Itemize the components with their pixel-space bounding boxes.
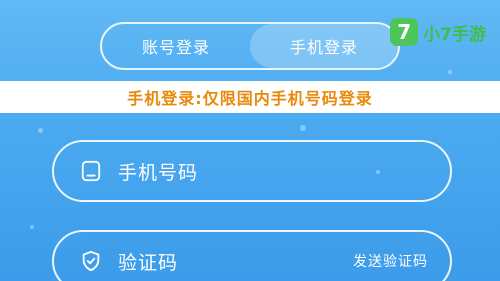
- sparkle-decoration: [300, 125, 306, 131]
- sparkle-decoration: [38, 128, 43, 133]
- notice-text: 手机登录:仅限国内手机号码登录: [127, 89, 373, 108]
- watermark-logo-icon: 7: [390, 18, 419, 46]
- tab-phone-login[interactable]: 手机登录: [250, 24, 398, 68]
- verification-code-field[interactable]: 验证码 发送验证码: [52, 230, 452, 281]
- login-screen: 账号登录 手机登录 手机登录:仅限国内手机号码登录 手机号码 验证码 发送验证码…: [0, 0, 500, 281]
- phone-number-placeholder: 手机号码: [118, 161, 199, 184]
- notice-banner: 手机登录:仅限国内手机号码登录: [0, 81, 500, 113]
- send-code-button[interactable]: 发送验证码: [353, 251, 428, 271]
- sparkle-decoration: [30, 225, 34, 229]
- sparkle-decoration: [448, 70, 452, 74]
- login-tab-switch: 账号登录 手机登录: [100, 22, 400, 70]
- tab-account-login[interactable]: 账号登录: [102, 24, 250, 68]
- verification-code-placeholder: 验证码: [118, 251, 179, 274]
- shield-check-icon: [82, 250, 100, 272]
- watermark: 7 小7手游: [390, 18, 486, 46]
- phone-icon: [81, 160, 101, 182]
- phone-number-field[interactable]: 手机号码: [52, 140, 452, 202]
- watermark-text: 小7手游: [423, 24, 486, 45]
